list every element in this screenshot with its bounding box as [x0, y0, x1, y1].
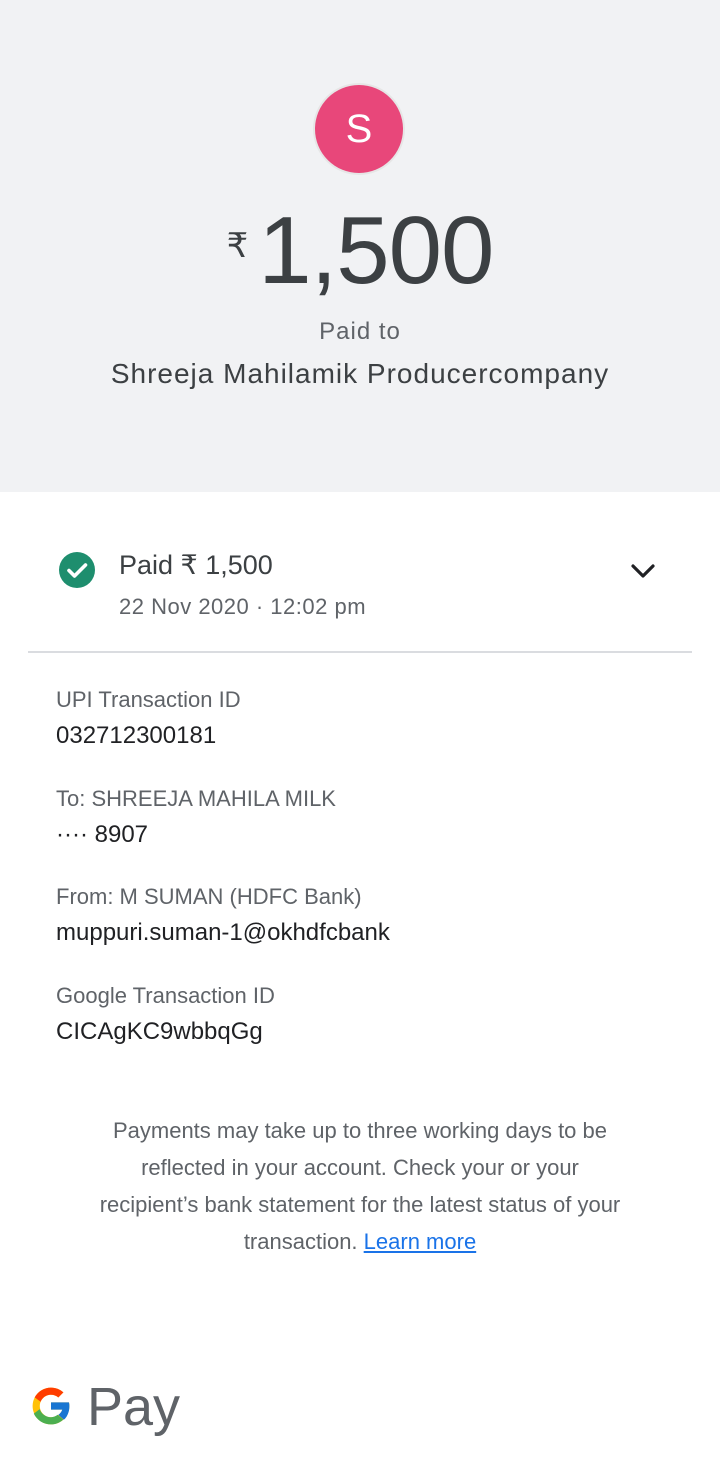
processing-note: Payments may take up to three working da… [90, 1112, 630, 1260]
detail-value[interactable]: 032712300181 [56, 718, 676, 754]
amount-value: 1,500 [258, 197, 494, 304]
detail-value: ···· 8907 [56, 821, 149, 848]
google-g-icon [32, 1387, 71, 1425]
divider [28, 651, 692, 653]
learn-more-link[interactable]: Learn more [364, 1229, 477, 1254]
status-datetime: 22 Nov 2020 · 12:02 pm [119, 594, 367, 619]
note-text: Payments may take up to three working da… [99, 1118, 621, 1254]
detail-label: Google Transaction ID [56, 983, 275, 1008]
pay-brand-text: Pay [87, 1377, 181, 1437]
check-circle-icon [59, 552, 95, 588]
gpay-logo: Pay [27, 1377, 180, 1440]
paid-to-label: Paid to [319, 318, 401, 345]
payment-header: S ₹1,500 Paid to Shreeja Mahilamik Produ… [0, 0, 720, 492]
payee-name: Shreeja Mahilamik Producercompany [110, 358, 610, 389]
detail-value: muppuri.suman-1@okhdfcbank [56, 919, 390, 946]
detail-recipient: To: SHREEJA MAHILA MILK ···· 8907 [56, 783, 676, 853]
payment-status-row[interactable]: Paid ₹ 1,500 22 Nov 2020 · 12:02 pm [0, 540, 720, 640]
detail-upi-transaction-id: UPI Transaction ID 032712300181 [56, 684, 676, 754]
status-title: Paid ₹ 1,500 [119, 550, 273, 580]
detail-label: To: SHREEJA MAHILA MILK [56, 786, 336, 811]
detail-label: From: M SUMAN (HDFC Bank) [56, 884, 362, 909]
currency-symbol: ₹ [226, 227, 249, 265]
detail-label: UPI Transaction ID [56, 687, 241, 712]
amount-display: ₹1,500 [0, 196, 720, 306]
detail-google-transaction-id: Google Transaction ID CICAgKC9wbbqGg [56, 980, 676, 1050]
detail-value[interactable]: CICAgKC9wbbqGg [56, 1014, 676, 1050]
payee-avatar[interactable]: S [315, 85, 403, 173]
chevron-down-icon[interactable] [626, 554, 660, 588]
detail-sender: From: M SUMAN (HDFC Bank) muppuri.suman-… [56, 881, 676, 951]
